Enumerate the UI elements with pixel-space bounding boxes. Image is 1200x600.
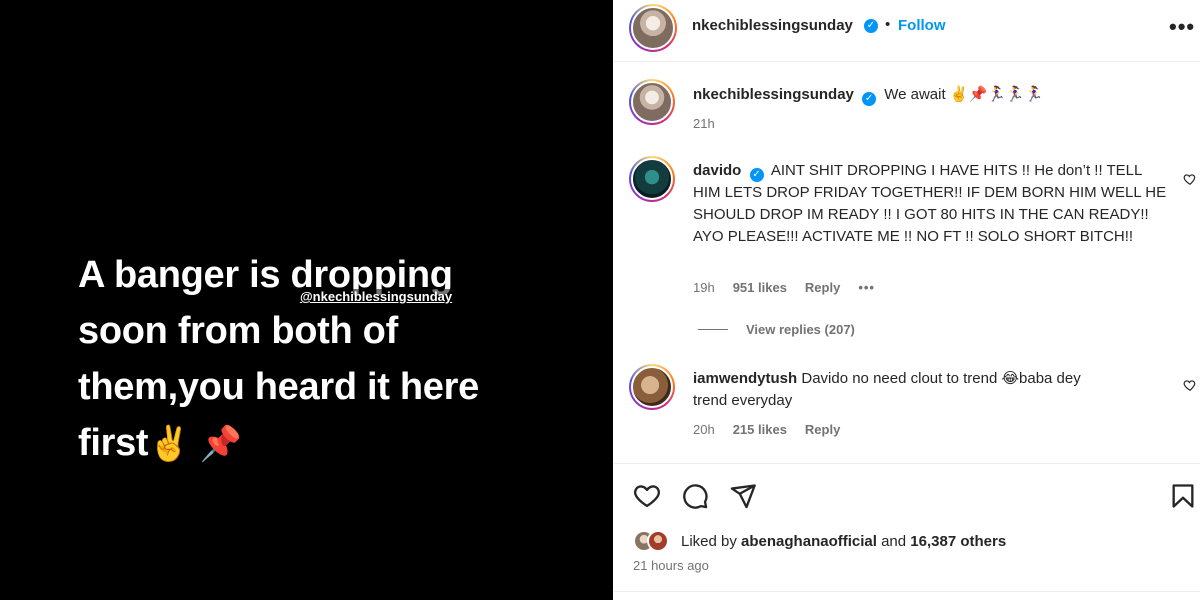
caption: nkechiblessingsunday ✓ We await ✌️📌🏃‍♀️🏃… — [693, 84, 1163, 106]
view-replies-line — [698, 329, 728, 330]
post-timestamp[interactable]: 21 hours ago — [633, 558, 709, 573]
comment-more-icon[interactable]: ••• — [858, 280, 875, 295]
liked-by-summary: Liked by abenaghanaofficial and 16,387 o… — [681, 533, 1006, 550]
liked-by-others[interactable]: 16,387 others — [910, 533, 1006, 550]
media-line-2: soon from both of — [78, 310, 398, 352]
reply-button[interactable]: Reply — [805, 422, 840, 437]
view-replies-button[interactable]: View replies (207) — [698, 322, 855, 337]
media-line-3: them,you heard it here — [78, 366, 479, 408]
caption-username[interactable]: nkechiblessingsunday — [693, 86, 854, 103]
reply-button[interactable]: Reply — [805, 280, 840, 295]
media-story-text: A banger is dropping soon from both of t… — [78, 247, 578, 472]
liked-by-avatars[interactable] — [633, 530, 677, 552]
comment-username[interactable]: davido — [693, 162, 741, 179]
comment-like-heart-icon[interactable] — [1183, 172, 1197, 186]
header-separator: • — [885, 16, 891, 33]
heart-icon[interactable] — [633, 482, 661, 510]
comment-wendy: iamwendytush Davido no need clout to tre… — [693, 368, 1093, 412]
comment-like-heart-icon[interactable] — [1183, 378, 1197, 392]
comment-time[interactable]: 20h — [693, 422, 715, 437]
action-bar — [613, 463, 1200, 600]
verified-icon: ✓ — [862, 92, 877, 106]
media-line-4-wrap: first✌️ 📌 — [78, 415, 578, 472]
divider — [613, 591, 1200, 592]
comment-likes[interactable]: 215 likes — [733, 422, 787, 437]
bookmark-icon[interactable] — [1169, 482, 1197, 510]
media-line-4: first — [78, 422, 149, 464]
liked-by-middle: and — [881, 533, 907, 550]
comment-icon[interactable] — [681, 482, 709, 510]
post-media[interactable]: A banger is dropping soon from both of t… — [0, 0, 613, 600]
comment-time[interactable]: 19h — [693, 280, 715, 295]
view-replies-label: View replies (207) — [746, 322, 855, 337]
comment-text: AINT SHIT DROPPING I HAVE HITS !! He don… — [693, 162, 1167, 245]
more-icon[interactable]: ••• — [1169, 14, 1195, 40]
follow-button[interactable]: Follow — [898, 17, 946, 34]
comment-avatar-wendy[interactable] — [629, 364, 675, 410]
post-header: nkechiblessingsunday ✓ • Follow ••• — [613, 0, 1200, 62]
liked-by-prefix: Liked by — [681, 533, 737, 550]
caption-meta: 21h — [693, 116, 715, 131]
author-avatar[interactable] — [629, 4, 677, 52]
media-emojis: ✌️ 📌 — [148, 425, 242, 463]
verified-icon: ✓ — [864, 19, 878, 33]
avatar — [647, 530, 669, 552]
caption-text: We await ✌️📌🏃‍♀️🏃‍♀️🏃‍♀️ — [884, 86, 1044, 103]
post-panel: nkechiblessingsunday ✓ • Follow ••• nkec… — [613, 0, 1200, 600]
media-mention-tag[interactable]: @nkechiblessingsunday — [298, 289, 455, 304]
author-username[interactable]: nkechiblessingsunday — [692, 17, 853, 34]
comment-username[interactable]: iamwendytush — [693, 370, 797, 387]
comment-likes[interactable]: 951 likes — [733, 280, 787, 295]
comment-meta: 19h 951 likes Reply ••• — [693, 280, 875, 295]
comment-meta: 20h 215 likes Reply — [693, 422, 840, 437]
liked-by-user[interactable]: abenaghanaofficial — [741, 533, 877, 550]
share-icon[interactable] — [729, 482, 757, 510]
comment-davido: davido ✓ AINT SHIT DROPPING I HAVE HITS … — [693, 160, 1173, 248]
caption-time[interactable]: 21h — [693, 116, 715, 131]
verified-icon: ✓ — [749, 168, 764, 182]
caption-avatar[interactable] — [629, 79, 675, 125]
comment-avatar-davido[interactable] — [629, 156, 675, 202]
